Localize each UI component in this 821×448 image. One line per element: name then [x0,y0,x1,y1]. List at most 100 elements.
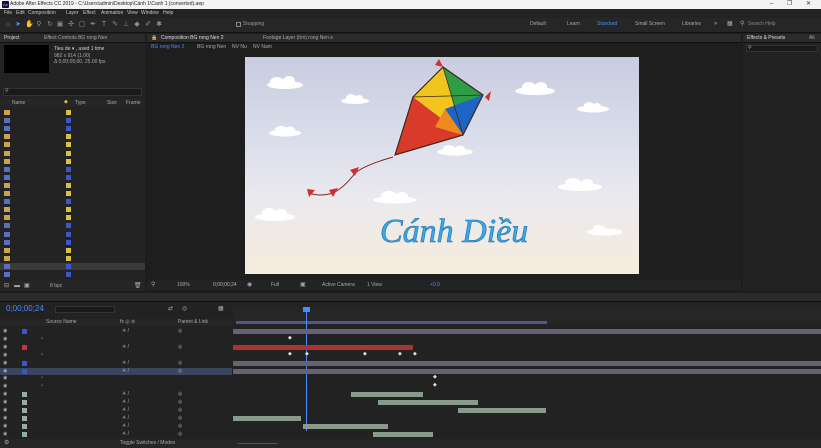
workspace-learn[interactable]: Learn [567,22,580,27]
breadcrumb-item[interactable]: BG rong Nen 2 [151,45,184,50]
menu-edit[interactable]: Edit [16,11,25,16]
new-composition-icon[interactable]: ▣ [24,283,30,289]
project-list-item[interactable] [0,222,145,229]
layer-row[interactable]: ◉ ✳ / ◎ [0,423,232,430]
layer-duration-bar[interactable] [233,368,821,374]
label-color-chip[interactable] [66,239,71,245]
label-color-chip[interactable] [66,231,71,237]
keyframe-icon[interactable]: ◆ [363,351,367,357]
current-time-display[interactable]: 0;00;00;24 [6,305,44,313]
composition-tab[interactable]: Composition BG rong Nen 2 [161,36,224,41]
project-list-item[interactable] [0,125,145,132]
layer-row[interactable]: ◉ ✳ / ◎ [0,367,232,375]
delete-icon[interactable]: 🗑 [134,283,142,289]
stopwatch-icon[interactable]: ◔ [40,336,43,342]
project-list-item[interactable] [0,117,145,124]
search-help-input[interactable]: Search Help [748,22,776,27]
label-color-chip[interactable] [66,174,71,180]
toggle-switches-modes[interactable]: Toggle Switches / Modes [120,441,175,446]
label-color-chip[interactable] [66,207,71,213]
interpret-footage-icon[interactable]: ⊟ [4,283,9,289]
project-tab[interactable]: Project [4,36,20,41]
keyframe-icon[interactable]: ◆ [288,335,292,341]
label-color-chip[interactable] [66,142,71,148]
keyframe-icon[interactable]: ◆ [288,351,292,357]
project-list-item[interactable] [0,262,145,270]
spiral-icon[interactable]: ◎ [178,392,182,397]
column-parent[interactable]: Parent & Link [178,320,208,325]
keyframe-icon[interactable]: ◆ [398,351,402,357]
spiral-icon[interactable]: ◎ [178,368,182,374]
zoom-dropdown[interactable]: 100% [177,283,190,288]
spiral-icon[interactable]: ◎ [178,360,182,366]
property-row[interactable]: ◉ ◔ [0,383,232,390]
footage-layer-tab[interactable]: Footage Layer (tìm) rong Nen e [263,36,333,41]
visibility-icon[interactable]: ◉ [3,352,7,358]
label-color-chip[interactable] [66,199,71,205]
camera-tool-icon[interactable]: ▣ [56,21,64,29]
layer-row[interactable]: ◉ ✳ / ◎ [0,360,232,367]
keyframe-icon[interactable]: ◆ [433,375,437,380]
spiral-icon[interactable]: ◎ [178,329,182,334]
breadcrumb-item[interactable]: BG rong Nen [197,45,226,50]
project-list-item[interactable] [0,198,145,205]
switch-icon[interactable]: ✳ / [122,423,129,429]
timeline-search-input[interactable] [55,306,115,313]
workspace-panel-icon[interactable]: ▦ [727,21,733,27]
keyframe-icon[interactable]: ◆ [305,351,309,357]
region-icon[interactable]: ▣ [300,282,306,288]
label-color-chip[interactable] [22,360,27,366]
restore-button[interactable]: ❐ [787,1,792,7]
column-switches[interactable]: fx ◎ ⊘ [120,320,135,325]
breadcrumb-item[interactable]: NV Nam [253,45,272,50]
lock-icon[interactable]: 🔒 [151,36,157,41]
visibility-icon[interactable]: ◉ [3,423,7,429]
project-list-item[interactable] [0,150,145,157]
layer-duration-bar[interactable] [458,408,546,413]
puppet-pin-tool-icon[interactable]: ✱ [155,21,163,29]
label-color-chip[interactable] [22,415,27,421]
layer-row[interactable]: ◉ ✳ / ◎ [0,415,232,422]
label-color-chip[interactable] [66,191,71,196]
align-tab[interactable]: Ali [809,36,815,41]
stopwatch-icon[interactable]: ◔ [40,376,43,381]
snapshot-icon[interactable]: ◉ [247,282,252,288]
project-list-item[interactable] [0,255,145,262]
comp-flow-icon[interactable]: ⇄ [168,306,173,312]
column-type[interactable]: Type [75,101,86,106]
menu-animation[interactable]: Animation [101,11,123,16]
label-color-chip[interactable] [66,118,71,124]
view-layout-dropdown[interactable]: 1 View [367,283,382,288]
project-list-item[interactable] [0,158,145,165]
exposure-value[interactable]: +0.0 [430,283,440,288]
visibility-icon[interactable]: ◉ [3,376,7,381]
layer-row[interactable]: ◉ ✳ / ◎ [0,407,232,414]
label-color-chip[interactable] [22,423,27,429]
workspace-libraries[interactable]: Libraries [682,22,701,27]
timecode-display[interactable]: 0;00;00;24 [213,283,237,288]
visibility-icon[interactable]: ◉ [3,329,7,334]
layer-duration-bar[interactable] [233,360,821,366]
spiral-icon[interactable]: ◎ [178,431,182,437]
column-frame[interactable]: Frame [126,101,140,106]
visibility-icon[interactable]: ◉ [3,368,7,374]
layer-duration-bar[interactable] [378,400,478,406]
layer-duration-bar[interactable] [373,431,433,437]
label-color-chip[interactable] [22,400,27,406]
keyframe-icon[interactable]: ◆ [433,383,437,388]
label-color-chip[interactable] [66,263,71,269]
breadcrumb-item[interactable]: NV Nu [232,45,247,50]
visibility-icon[interactable]: ◉ [3,344,7,350]
keyframe-icon[interactable]: ◆ [413,351,417,357]
type-tool-icon[interactable]: T [100,21,108,29]
project-list-item[interactable] [0,271,145,278]
switch-icon[interactable]: ✳ / [122,400,129,405]
layer-duration-bar[interactable] [303,423,388,429]
layer-row[interactable]: ◉ ✳ / ◎ [0,391,232,398]
playhead-handle[interactable] [303,307,310,312]
visibility-icon[interactable]: ◉ [3,415,7,421]
menu-layer[interactable]: Layer [66,11,79,16]
property-row[interactable]: ◉ ◔ [0,375,232,382]
brush-tool-icon[interactable]: ✎ [111,21,119,29]
layer-duration-bar[interactable] [233,415,301,421]
